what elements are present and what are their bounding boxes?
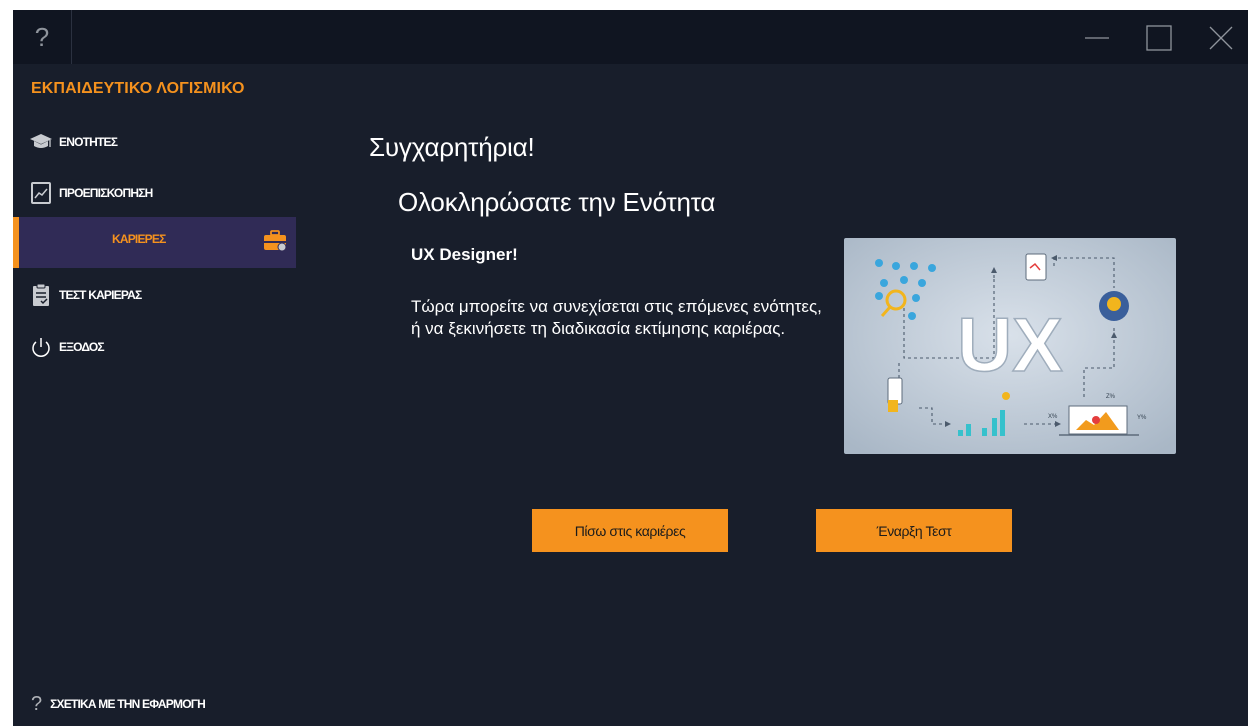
chart-icon	[31, 182, 51, 204]
description-text: Τώρα μπορείτε να συνεχίσεται στις επόμεν…	[411, 297, 822, 338]
about-label: ΣΧΕΤΙΚΑ ΜΕ ΤΗΝ ΕΦΑΡΜΟΓΗ	[50, 697, 206, 711]
illustration-label-top: Z%	[1106, 394, 1116, 400]
clipboard-icon	[33, 283, 49, 306]
minimize-icon[interactable]	[1084, 25, 1110, 51]
sidebar-item-label: ΠΡΟΕΠΙΣΚΟΠΗΣΗ	[59, 186, 153, 200]
ux-illustration: X% Y% Z% UX	[844, 238, 1176, 454]
about-app-link[interactable]: ? ΣΧΕΤΙΚΑ ΜΕ ΤΗΝ ΕΦΑΡΜΟΓΗ	[31, 693, 206, 716]
illustration-label-left: X%	[1048, 414, 1058, 420]
close-icon[interactable]	[1208, 25, 1234, 51]
help-button[interactable]: ?	[13, 10, 72, 64]
back-to-careers-button[interactable]: Πίσω στις καριέρες	[532, 509, 728, 552]
active-indicator	[13, 217, 19, 268]
app-window: ? ΕΚΠΑΙΔΕΥΤΙΚΟ ΛΟΓΙΣΜΙΚΟ ΕΝΟΤΗΤΕΣ ΠΡΟΕΠΙ…	[13, 10, 1248, 726]
start-test-button[interactable]: Έναρξη Τεστ	[816, 509, 1012, 552]
sidebar-item-units[interactable]: ΕΝΟΤΗΤΕΣ	[13, 122, 296, 162]
app-title: ΕΚΠΑΙΔΕΥΤΙΚΟ ΛΟΓΙΣΜΙΚΟ	[31, 80, 245, 97]
maximize-icon[interactable]	[1146, 25, 1172, 51]
illustration-ux-text: UX	[957, 303, 1063, 388]
page-title: Συγχαρητήρια!	[369, 132, 535, 162]
sidebar-item-label: ΤΕΣΤ ΚΑΡΙΕΡΑΣ	[59, 288, 142, 302]
title-bar: ?	[13, 10, 1248, 64]
sidebar-item-exit[interactable]: ΕΞΟΔΟΣ	[13, 327, 296, 367]
sidebar-item-label: ΕΝΟΤΗΤΕΣ	[59, 135, 118, 149]
page-subtitle: Ολοκληρώσατε την Ενότητα	[398, 187, 716, 217]
graduation-cap-icon	[30, 134, 52, 148]
sidebar-item-label: ΚΑΡΙΕΡΕΣ	[112, 232, 166, 246]
module-name: UX Designer!	[411, 245, 518, 264]
sidebar-item-careers[interactable]: ΚΑΡΙΕΡΕΣ	[13, 217, 296, 268]
sidebar-item-career-test[interactable]: ΤΕΣΤ ΚΑΡΙΕΡΑΣ	[13, 275, 296, 315]
sidebar-item-label: ΕΞΟΔΟΣ	[59, 340, 105, 354]
briefcase-icon	[264, 230, 287, 252]
power-icon	[32, 338, 50, 357]
illustration-label-right: Y%	[1137, 415, 1147, 421]
sidebar-item-preview[interactable]: ΠΡΟΕΠΙΣΚΟΠΗΣΗ	[13, 173, 296, 213]
question-icon: ?	[31, 693, 43, 715]
